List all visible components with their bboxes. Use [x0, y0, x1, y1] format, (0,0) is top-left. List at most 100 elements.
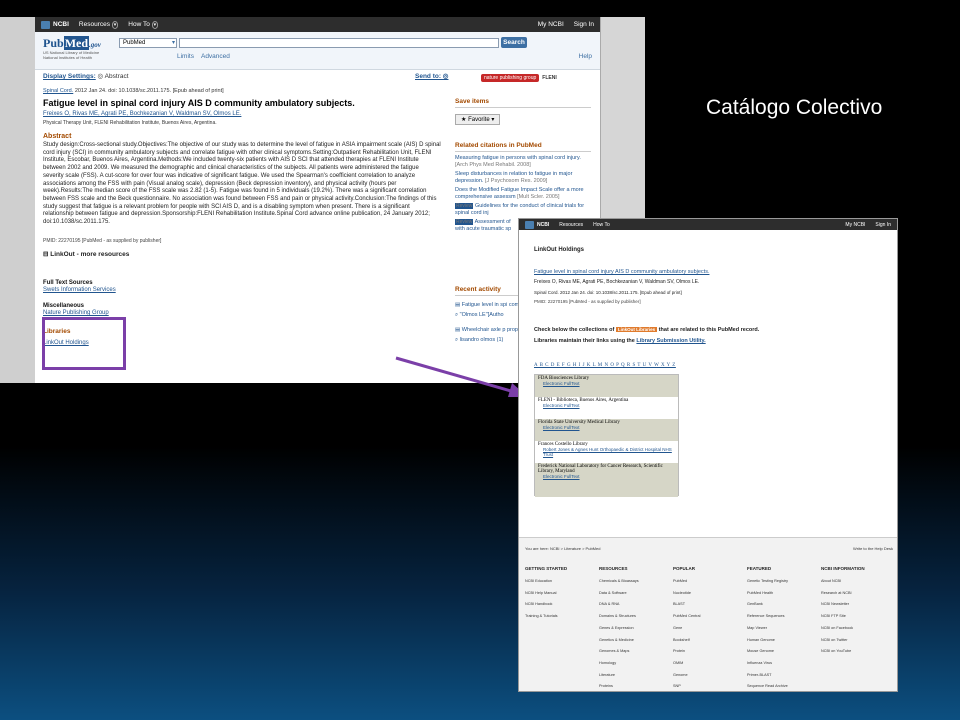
- help-link[interactable]: Help: [579, 53, 592, 60]
- send-to-menu[interactable]: Send to: ◎: [415, 72, 448, 80]
- footer-link[interactable]: Influenza Virus: [747, 658, 821, 670]
- footer-link[interactable]: Chemicals & Bioassays: [599, 576, 673, 588]
- footer-link[interactable]: NCBI Handbook: [525, 599, 599, 611]
- authors-list: Freixes O, Rivas ME, Agrati PE, Bochkeza…: [43, 111, 443, 117]
- display-settings-link[interactable]: Display Settings:: [43, 73, 96, 80]
- footer-link[interactable]: PubMed Central: [673, 611, 747, 623]
- footer-link[interactable]: Reference Sequences: [747, 611, 821, 623]
- favorite-button[interactable]: ★ Favorite ▾: [455, 114, 501, 125]
- fulltext-link[interactable]: Electronic FullText: [538, 381, 675, 386]
- review-badge: Review: [455, 203, 474, 209]
- footer-link[interactable]: Mouse Genome: [747, 646, 821, 658]
- my-ncbi-link[interactable]: My NCBI: [845, 222, 865, 228]
- related-title: Guidelines for the conduct of clinical t…: [455, 203, 585, 216]
- footer-link[interactable]: NCBI Help Manual: [525, 588, 599, 600]
- alphabet-index[interactable]: A B C D E F G H I J K L M N O P Q R S T …: [534, 363, 676, 368]
- display-value: Abstract: [104, 73, 129, 80]
- limits-link[interactable]: Limits: [177, 53, 194, 60]
- resources-menu[interactable]: Resources ▾: [79, 21, 119, 29]
- footer-link[interactable]: Genomes & Maps: [599, 646, 673, 658]
- footer-link[interactable]: SNP: [673, 681, 747, 691]
- footer-link[interactable]: Protein: [673, 646, 747, 658]
- footer-link[interactable]: NCBI Newsletter: [821, 599, 895, 611]
- journal-link[interactable]: Spinal Cord.: [43, 88, 73, 94]
- document-icon: ▤: [455, 302, 461, 308]
- footer-link[interactable]: Genetic Testing Registry: [747, 576, 821, 588]
- abstract-heading: Abstract: [43, 133, 72, 140]
- footer-link[interactable]: Genes & Expression: [599, 623, 673, 635]
- howto-menu[interactable]: How To ▾: [128, 21, 159, 29]
- fulltext-link[interactable]: Electronic FullText: [538, 474, 675, 479]
- footer-link[interactable]: PubMed Health: [747, 588, 821, 600]
- footer-link[interactable]: Research at NCBI: [821, 588, 895, 600]
- nature-logo[interactable]: nature publishing group: [481, 74, 540, 82]
- footer-link[interactable]: Human Genome: [747, 635, 821, 647]
- footer-link[interactable]: DNA & RNA: [599, 599, 673, 611]
- article-link[interactable]: Fatigue level in spinal cord injury AIS …: [534, 269, 709, 275]
- related-item[interactable]: Does the Modified Fatigue Impact Scale o…: [455, 187, 591, 200]
- footer-link[interactable]: Training & Tutorials: [525, 611, 599, 623]
- related-item[interactable]: Measuring fatigue in persons with spinal…: [455, 155, 591, 168]
- footer-columns: GETTING STARTED NCBI Education NCBI Help…: [525, 566, 895, 691]
- database-select[interactable]: PubMed ▾: [119, 38, 177, 48]
- full-text-link[interactable]: Swets Information Services: [43, 287, 443, 293]
- my-ncbi-link[interactable]: My NCBI: [538, 21, 564, 28]
- submission-utility-link[interactable]: Library Submission Utility.: [636, 338, 705, 344]
- footer-link[interactable]: NCBI FTP Site: [821, 611, 895, 623]
- footer-link[interactable]: Data & Software: [599, 588, 673, 600]
- footer-link[interactable]: OMIM: [673, 658, 747, 670]
- search-icon: ⌕: [455, 336, 459, 343]
- search-input[interactable]: [179, 38, 499, 48]
- fulltext-link[interactable]: Robert Jones & Agnes Hunt Orthopaedic & …: [538, 447, 675, 457]
- footer-link[interactable]: GenBank: [747, 599, 821, 611]
- related-item[interactable]: Review Guidelines for the conduct of cli…: [455, 203, 591, 216]
- ncbi-logo[interactable]: NCBI: [41, 20, 69, 29]
- footer-link[interactable]: NCBI on Twitter: [821, 635, 895, 647]
- footer-link[interactable]: Primer-BLAST: [747, 670, 821, 682]
- library-name: Frederick National Laboratory for Cancer…: [538, 464, 663, 474]
- footer-link[interactable]: Sequence Read Archive: [747, 681, 821, 691]
- linkout-heading-text: LinkOut - more resources: [50, 251, 130, 258]
- star-icon: ★: [461, 117, 467, 123]
- fulltext-link[interactable]: Electronic FullText: [538, 403, 675, 408]
- chevron-down-icon[interactable]: ◎: [98, 73, 104, 80]
- authors-link[interactable]: Freixes O, Rivas ME, Agrati PE, Bochkeza…: [43, 111, 241, 117]
- footer-link[interactable]: BLAST: [673, 599, 747, 611]
- related-heading: Related citations in PubMed: [455, 142, 591, 152]
- fleni-logo[interactable]: FLENI: [542, 75, 556, 81]
- footer-link[interactable]: Map Viewer: [747, 623, 821, 635]
- inst-text: Libraries maintain their links using the: [534, 338, 635, 344]
- footer-link[interactable]: Genetics & Medicine: [599, 635, 673, 647]
- search-sublinks: Limits Advanced: [177, 53, 237, 60]
- footer-link[interactable]: Nucleotide: [673, 588, 747, 600]
- slide-title: Catálogo Colectivo: [706, 96, 883, 119]
- ncbi-logo[interactable]: NCBI: [525, 220, 549, 229]
- footer-link[interactable]: About NCBI: [821, 576, 895, 588]
- footer-link[interactable]: Genome: [673, 670, 747, 682]
- pubmed-logo[interactable]: PubMed.gov: [43, 36, 101, 51]
- help-desk-link[interactable]: Write to the Help Desk: [853, 546, 893, 551]
- collapse-icon: ⊟: [43, 251, 49, 258]
- sign-in-link[interactable]: Sign In: [875, 222, 891, 228]
- fulltext-link[interactable]: Electronic FullText: [538, 425, 675, 430]
- search-button[interactable]: Search: [501, 37, 527, 48]
- footer-link[interactable]: Gene: [673, 623, 747, 635]
- footer-link[interactable]: Proteins: [599, 681, 673, 691]
- misc-link[interactable]: Nature Publishing Group: [43, 310, 443, 316]
- linkout-heading[interactable]: ⊟ LinkOut - more resources: [43, 250, 443, 258]
- instructions-line1: Check below the collections of LinkOut L…: [534, 327, 759, 333]
- footer-link[interactable]: Domains & Structures: [599, 611, 673, 623]
- footer-link[interactable]: NCBI on YouTube: [821, 646, 895, 658]
- footer-link[interactable]: NCBI Education: [525, 576, 599, 588]
- footer-link[interactable]: NCBI on Facebook: [821, 623, 895, 635]
- footer-link[interactable]: Literature: [599, 670, 673, 682]
- resources-menu[interactable]: Resources: [559, 222, 583, 228]
- advanced-link[interactable]: Advanced: [201, 53, 230, 60]
- related-item[interactable]: Sleep disturbances in relation to fatigu…: [455, 171, 591, 184]
- sign-in-link[interactable]: Sign In: [574, 21, 594, 28]
- footer-link[interactable]: PubMed: [673, 576, 747, 588]
- footer-link[interactable]: Homology: [599, 658, 673, 670]
- footer-link[interactable]: Bookshelf: [673, 635, 747, 647]
- inst-text: Check below the collections of: [534, 327, 615, 333]
- howto-menu[interactable]: How To: [593, 222, 610, 228]
